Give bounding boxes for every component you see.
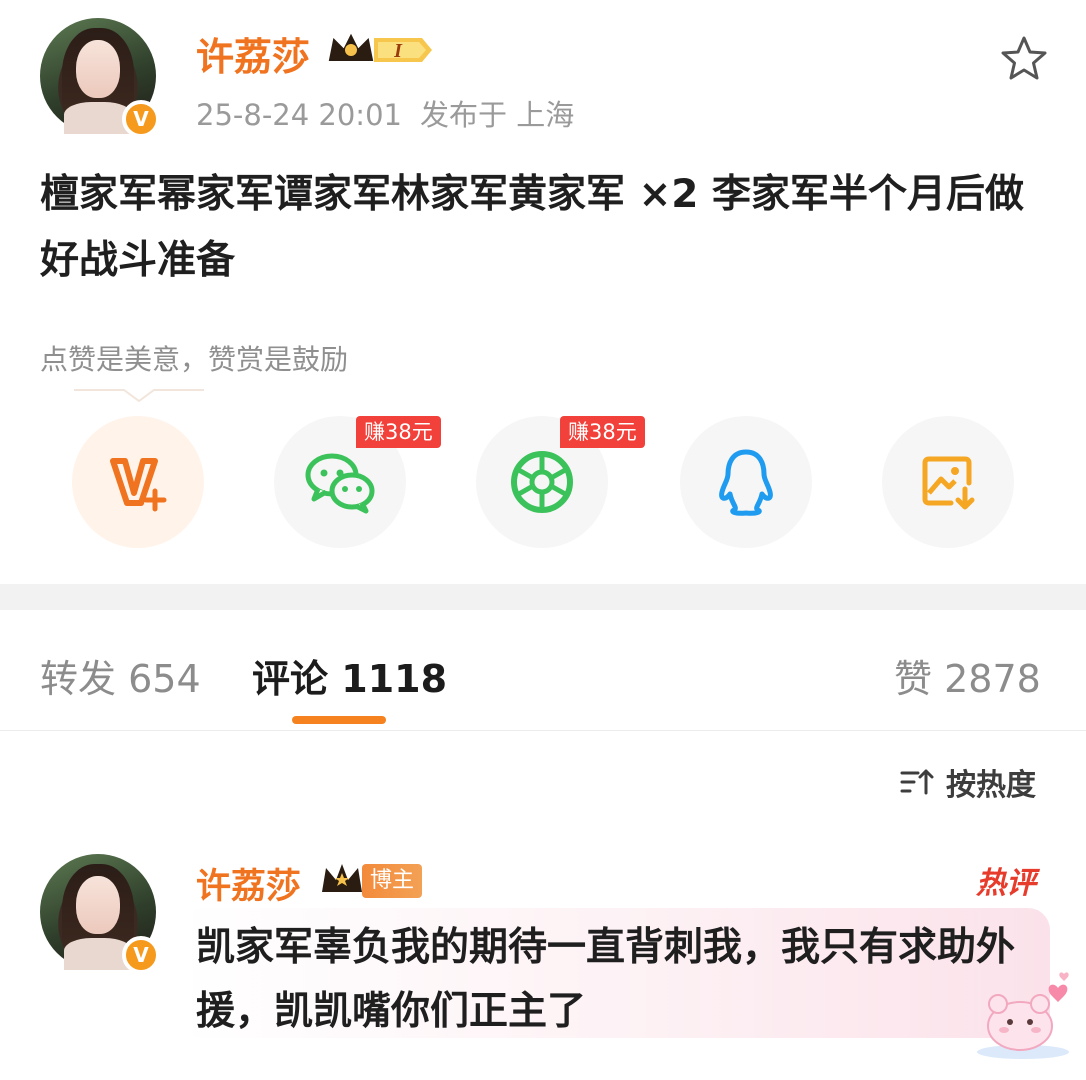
bear-sticker-icon <box>977 972 1069 1059</box>
wechat-icon <box>305 453 375 514</box>
post-time: 25-8-24 20:01 <box>196 98 402 132</box>
section-divider <box>0 584 1086 610</box>
avatar-face <box>76 40 120 98</box>
tab-comment-count: 1118 <box>341 657 448 701</box>
verified-badge-icon: V <box>122 936 160 974</box>
qq-icon <box>719 449 773 516</box>
tip-arrow <box>74 389 204 402</box>
comment-text: 凯家军辜负我的期待一直背刺我，我只有求助外援，凯凯嘴你们正主了 <box>196 925 1016 1034</box>
sort-label: 按热度 <box>946 768 1036 803</box>
sort-icon <box>900 769 934 795</box>
avatar-face <box>76 876 120 934</box>
tab-active-indicator <box>292 716 386 724</box>
tab-like-count: 2878 <box>944 657 1041 701</box>
author-name[interactable]: 许荔莎 <box>196 26 310 81</box>
author-avatar[interactable]: V <box>40 18 160 138</box>
vplus-icon <box>110 458 167 512</box>
comment-author-avatar[interactable]: V <box>40 854 160 974</box>
post-meta: 25-8-24 20:01 发布于 上海 <box>196 92 574 134</box>
tab-like-label: 赞 <box>894 657 933 701</box>
comment-author-name[interactable]: 许荔莎 <box>196 858 301 909</box>
earn-badge-moments: 赚38元 <box>560 416 645 448</box>
post-body: 檀家军幂家军谭家军林家军黄家军 ×2 李家军半个月后做好战斗准备 <box>40 172 1024 283</box>
hot-comment-label: 热评 <box>976 866 1036 901</box>
verified-badge-icon: V <box>122 100 160 138</box>
tab-repost[interactable]: 转发 654 <box>40 648 201 703</box>
moments-icon <box>511 451 573 513</box>
vip-level-text: I <box>393 40 403 62</box>
tab-comment[interactable]: 评论 1118 <box>252 648 447 703</box>
save-image-icon <box>922 456 975 510</box>
author-tag: 博主 <box>362 864 423 898</box>
tab-repost-count: 654 <box>128 657 201 701</box>
tabs-separator <box>0 730 1086 731</box>
share-qq-button[interactable] <box>680 416 812 548</box>
sort-by-hot-button[interactable]: 按热度 <box>900 760 1036 804</box>
share-vplus-button[interactable] <box>72 416 204 548</box>
tab-repost-label: 转发 <box>40 657 117 701</box>
post-location: 发布于 上海 <box>419 98 575 132</box>
star-outline-icon[interactable] <box>1000 34 1048 82</box>
tab-like[interactable]: 赞 2878 <box>894 648 1041 703</box>
save-image-button[interactable] <box>882 416 1014 548</box>
earn-badge-wechat: 赚38元 <box>356 416 441 448</box>
comment-crown-icon <box>322 864 362 892</box>
reward-prompt: 点赞是美意，赞赏是鼓励 <box>40 343 349 376</box>
tab-comment-label: 评论 <box>252 657 329 701</box>
vip-crown-badge-icon[interactable]: I <box>326 30 434 70</box>
